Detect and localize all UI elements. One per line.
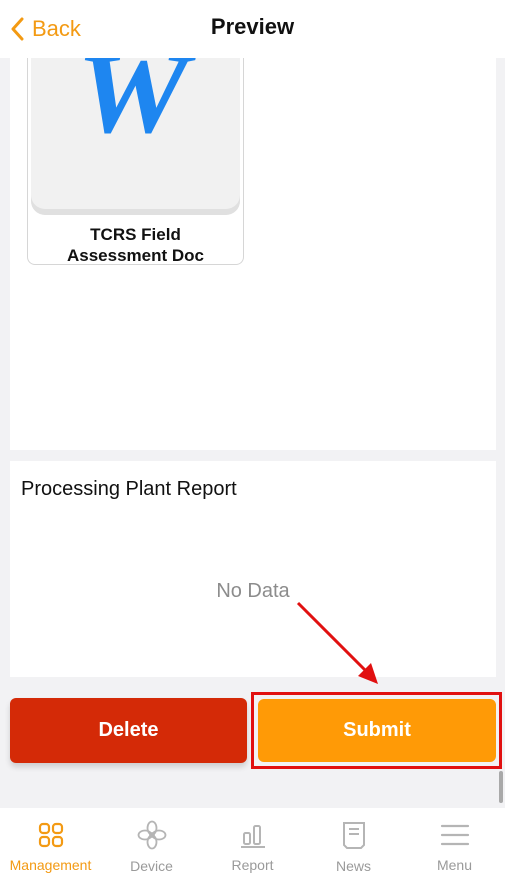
tab-report[interactable]: Report	[202, 808, 303, 873]
menu-icon	[440, 820, 470, 849]
page-title: Preview	[210, 14, 295, 39]
bottom-tab-bar: Management Device Report News Menu	[0, 808, 505, 873]
submit-button[interactable]: Submit	[258, 699, 496, 762]
report-title: Processing Plant Report	[21, 478, 237, 500]
tab-label: Menu	[436, 857, 473, 873]
document-name: TCRS Field Assessment Doc	[66, 225, 204, 265]
delete-button[interactable]: Delete	[10, 698, 247, 763]
word-doc-icon: W	[76, 58, 189, 157]
tab-label: News	[335, 858, 371, 873]
fan-icon	[137, 820, 167, 850]
document-thumbnail: W	[31, 58, 240, 215]
tab-menu[interactable]: Menu	[404, 808, 505, 873]
tab-news[interactable]: News	[303, 808, 404, 873]
news-icon	[341, 820, 367, 850]
grid-icon	[38, 820, 64, 849]
attachment-card: W TCRS Field Assessment Doc	[10, 58, 496, 450]
navigation-bar: Back Preview	[0, 0, 505, 58]
document-tile[interactable]: W TCRS Field Assessment Doc	[27, 58, 244, 265]
tab-label: Management	[9, 857, 92, 873]
report-card: Processing Plant Report No Data	[10, 461, 496, 677]
empty-state-text: No Data	[216, 580, 290, 602]
tab-device[interactable]: Device	[101, 808, 202, 873]
tab-management[interactable]: Management	[0, 808, 101, 873]
tab-label: Report	[231, 857, 274, 873]
scrollbar[interactable]	[499, 771, 503, 803]
tab-label: Device	[130, 858, 173, 873]
bar-chart-icon	[239, 820, 267, 849]
